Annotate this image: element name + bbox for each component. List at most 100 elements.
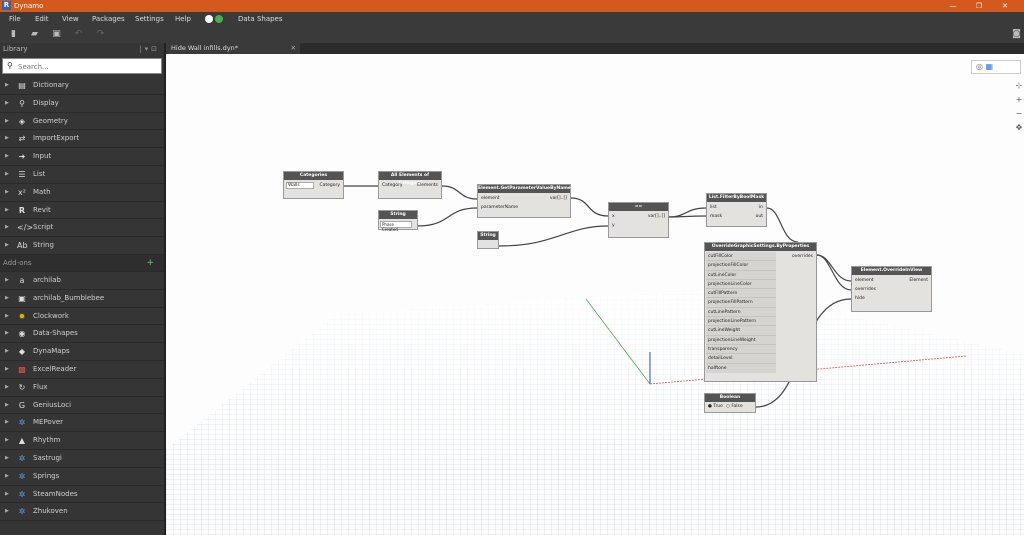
addon-item-zhukoven[interactable]: ▶ ✲ Zhukoven [0,503,164,522]
expand-icon: ▶ [5,224,9,231]
save-icon[interactable]: ▣ [52,30,61,39]
expand-icon: ▶ [5,348,9,355]
addon-item-sastrugi[interactable]: ▶ ✲ Sastrugi [0,450,164,468]
node-string-phase-created[interactable]: String Phase Created [378,210,418,232]
view-toggle-control[interactable]: ◎ ▦ [971,60,1021,74]
node-categories[interactable]: Categories Walls Category [283,171,344,199]
geniusloci-icon: G [18,400,26,410]
search-icon: ⚲ [7,61,13,70]
expand-icon: ▶ [5,312,9,319]
library-item-revit[interactable]: ▶ R Revit [0,202,164,220]
node-equals[interactable]: == x y var[]..[] [608,202,669,238]
library-item-script[interactable]: ▶ </> Script [0,219,164,238]
node-get-parameter-value-by-name[interactable]: Element.GetParameterValueByName element … [477,184,571,218]
add-package-icon[interactable]: + [146,255,154,272]
library-panel: Library |▾⊡ ⚲ ▶▤Dictionary ▶⚲Display ▶◈G… [0,43,166,535]
dictionary-icon: ▤ [18,81,26,90]
menu-data-shapes[interactable]: Data Shapes [238,12,283,26]
expand-icon: ▶ [5,242,9,249]
addon-item-geniusloci[interactable]: ▶ G GeniusLoci [0,397,164,415]
library-item-input[interactable]: ▶ ➜ Input [0,148,164,166]
expand-icon: ▶ [5,294,9,301]
redo-icon[interactable]: ↷ [96,30,105,39]
notification-icon[interactable] [205,15,213,23]
library-item-dictionary[interactable]: ▶ ▤ Dictionary [0,77,164,95]
addon-item-excelreader[interactable]: ▶ ▩ ExcelReader [0,361,164,379]
revit-icon: R [18,205,26,215]
node-string-empty[interactable]: String [477,231,499,249]
addon-item-dynamaps[interactable]: ▶ ◆ DynaMaps [0,343,164,361]
expand-icon: ▶ [5,117,9,124]
minimize-button[interactable]: — [940,0,966,12]
expand-icon: ▶ [5,99,9,106]
menu-help[interactable]: Help [175,12,191,26]
addon-item-archilab-bumblebee[interactable]: ▶ ▣ archilab_Bumblebee [0,290,164,308]
search-input[interactable] [18,61,158,72]
data-shapes-icon [215,15,223,23]
revit-logo: R [2,1,11,10]
zoom-in-icon[interactable]: + [1014,93,1024,107]
library-item-list[interactable]: ▶ ☰ List [0,166,164,184]
node-boolean[interactable]: Boolean ● True ○ False [704,393,756,413]
addon-item-flux[interactable]: ▶ ↻ Flux [0,379,164,397]
pan-icon[interactable]: ✥ [1014,121,1024,135]
expand-icon: ▶ [5,419,9,426]
library-item-display[interactable]: ▶ ⚲ Display [0,95,164,113]
menu-packages[interactable]: Packages [92,12,125,26]
boolean-false-radio[interactable]: ○ False [726,404,743,409]
math-icon: x² [18,187,26,197]
addon-item-steamnodes[interactable]: ▶ ✲ SteamNodes [0,486,164,504]
addon-item-mepover[interactable]: ▶ ✲ MEPover [0,414,164,433]
menu-file[interactable]: File [9,12,21,26]
tab-bar: Hide Wall infills.dyn* ✕ [166,43,1024,54]
expand-icon: ▶ [5,437,9,444]
node-list-filter-by-bool-mask[interactable]: List.FilterByBoolMask list mask in out [706,193,767,227]
library-title: Library [3,45,28,53]
close-button[interactable]: ✕ [992,0,1018,12]
library-item-geometry[interactable]: ▶ ◈ Geometry [0,113,164,131]
boolean-true-radio[interactable]: ● True [708,404,723,409]
zoom-out-icon[interactable]: − [1014,107,1024,121]
close-tab-icon[interactable]: ✕ [291,43,296,54]
node-all-elements-of-category[interactable]: All Elements of Category Category Elemen… [378,171,442,199]
node-override-graphic-settings[interactable]: OverrideGraphicSettings.ByProperties cut… [704,242,817,382]
geometry-view-icon[interactable]: ◎ [976,62,983,71]
graph-view-icon[interactable]: ▦ [986,62,994,71]
addon-item-data-shapes[interactable]: ▶ ◉ Data-Shapes [0,325,164,344]
zoom-fit-icon[interactable]: ⊹ [1014,79,1024,93]
restore-button[interactable]: ❐ [966,0,992,12]
open-file-icon[interactable]: ▰ [30,30,39,39]
addons-header: Add-ons + [0,254,164,272]
camera-icon[interactable]: ◙ [1012,30,1021,39]
node-element-override-in-view[interactable]: Element.OverrideInView element overrides… [851,266,932,312]
addon-item-rhythm[interactable]: ▶ ▲ Rhythm [0,432,164,450]
import-export-icon: ⇄ [18,134,26,144]
library-search[interactable]: ⚲ [2,58,162,74]
clockwork-icon: ✹ [18,311,26,321]
expand-icon: ▶ [5,188,9,195]
new-file-icon[interactable]: ▮ [9,30,18,39]
library-controls[interactable]: |▾⊡ [139,43,160,56]
tab-hide-wall-infills[interactable]: Hide Wall infills.dyn* ✕ [166,43,300,54]
addons-list: ▶ a archilab ▶ ▣ archilab_Bumblebee ▶ ✹ Clockw… [0,272,164,522]
menu-bar: File Edit View Packages Settings Help Da… [0,12,1024,26]
list-icon: ☰ [18,169,26,179]
dynamaps-icon: ◆ [18,347,26,357]
sastrugi-icon: ✲ [18,453,26,463]
expand-icon: ▶ [5,401,9,408]
menu-settings[interactable]: Settings [135,12,164,26]
addon-item-archilab[interactable]: ▶ a archilab [0,272,164,290]
expand-icon: ▶ [5,508,9,515]
undo-icon[interactable]: ↶ [74,30,83,39]
menu-view[interactable]: View [62,12,79,26]
addon-item-clockwork[interactable]: ▶ ✹ Clockwork [0,308,164,326]
input-icon: ➜ [18,152,26,162]
library-item-math[interactable]: ▶ x² Math [0,184,164,202]
library-item-string[interactable]: ▶ Ab String [0,237,164,255]
library-item-importexport[interactable]: ▶ ⇄ ImportExport [0,130,164,149]
menu-edit[interactable]: Edit [35,12,49,26]
graph-canvas[interactable]: Categories Walls Category All Elements o… [166,54,1024,535]
string-input[interactable]: Phase Created [380,221,412,232]
categories-dropdown[interactable]: Walls [286,182,314,189]
addon-item-springs[interactable]: ▶ ✲ Springs [0,468,164,486]
